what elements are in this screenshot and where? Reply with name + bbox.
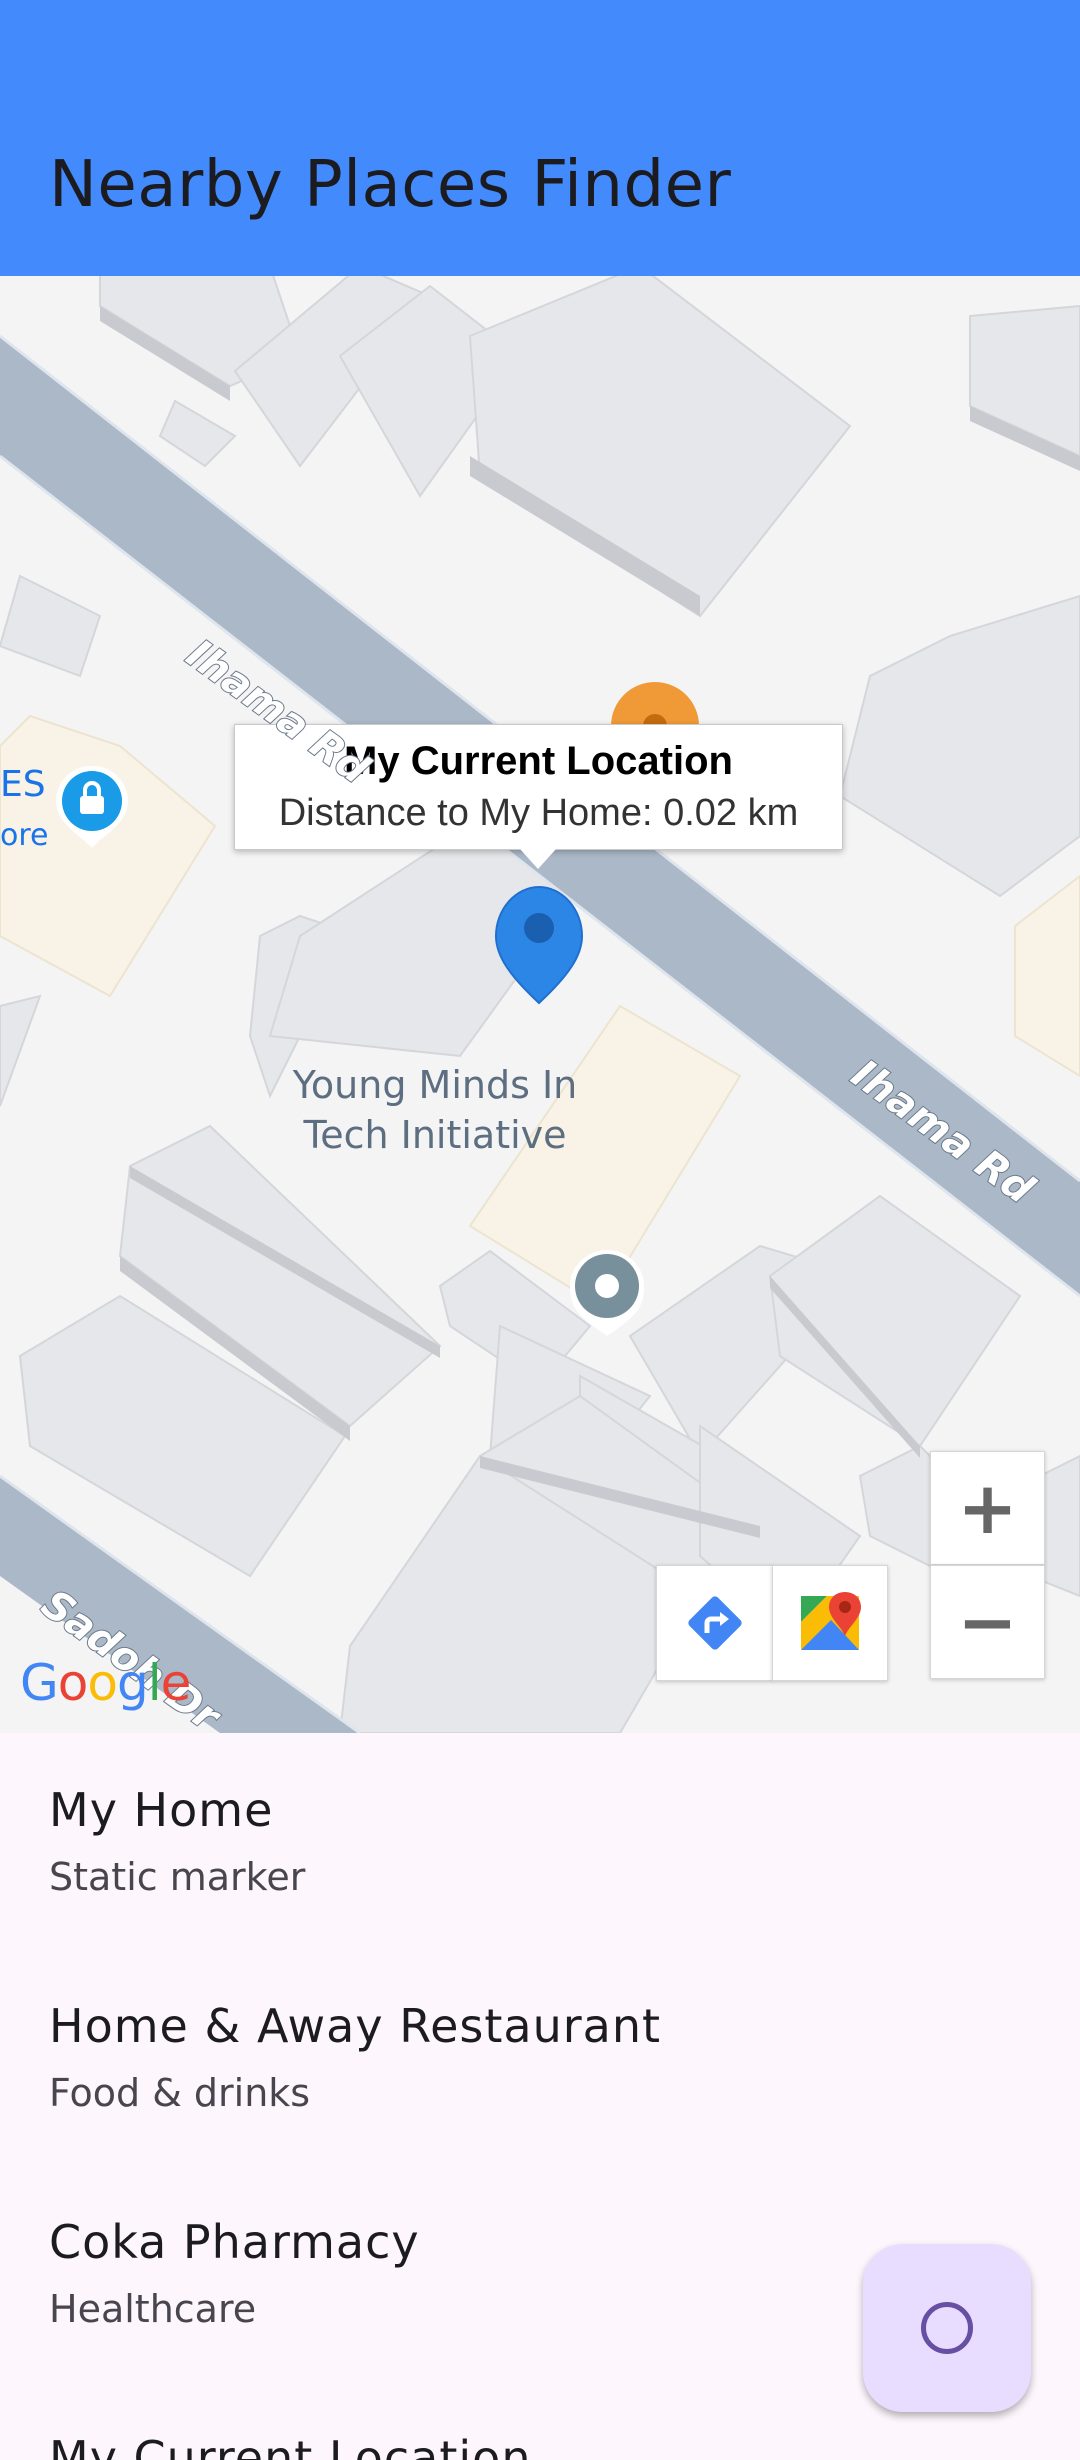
poi-label-line-2: Tech Initiative (303, 1113, 567, 1157)
map-view[interactable]: My Current Location Distance to My Home:… (0, 276, 1080, 1733)
app-title: Nearby Places Finder (49, 148, 732, 222)
plus-icon: + (957, 1466, 1018, 1550)
poi-label-line-1: Young Minds In (292, 1063, 578, 1107)
list-item-subtitle: Food & drinks (49, 2071, 311, 2115)
list-item[interactable]: My Home Static marker (0, 1733, 1080, 1949)
minus-icon: − (957, 1580, 1018, 1664)
list-item-title: My Home (49, 1783, 274, 1837)
list-item-title: My Current Location (49, 2431, 532, 2460)
zoom-in-button[interactable]: + (930, 1451, 1045, 1565)
poi-label[interactable]: Young Minds In Tech Initiative (265, 1060, 605, 1160)
info-window-tail (520, 849, 556, 869)
map-canvas[interactable] (0, 276, 1080, 1733)
list-item-subtitle: Static marker (49, 1855, 306, 1899)
directions-button[interactable] (656, 1565, 773, 1681)
google-maps-icon (801, 1592, 861, 1650)
open-in-maps-button[interactable] (772, 1565, 888, 1681)
info-window-snippet: Distance to My Home: 0.02 km (278, 792, 799, 834)
partial-poi-label-bottom: ore (0, 818, 49, 853)
google-logo: Google (20, 1654, 191, 1712)
list-item-title: Coka Pharmacy (49, 2215, 420, 2269)
floating-action-button[interactable] (863, 2244, 1031, 2412)
loading-spinner-icon (921, 2302, 973, 2354)
app-bar: Nearby Places Finder (0, 0, 1080, 276)
list-item-title: Home & Away Restaurant (49, 1999, 662, 2053)
partial-poi-label-top: ES (0, 764, 46, 805)
zoom-out-button[interactable]: − (930, 1565, 1045, 1679)
directions-icon (687, 1596, 742, 1650)
list-item-subtitle: Healthcare (49, 2287, 257, 2331)
list-item[interactable]: Home & Away Restaurant Food & drinks (0, 1949, 1080, 2165)
